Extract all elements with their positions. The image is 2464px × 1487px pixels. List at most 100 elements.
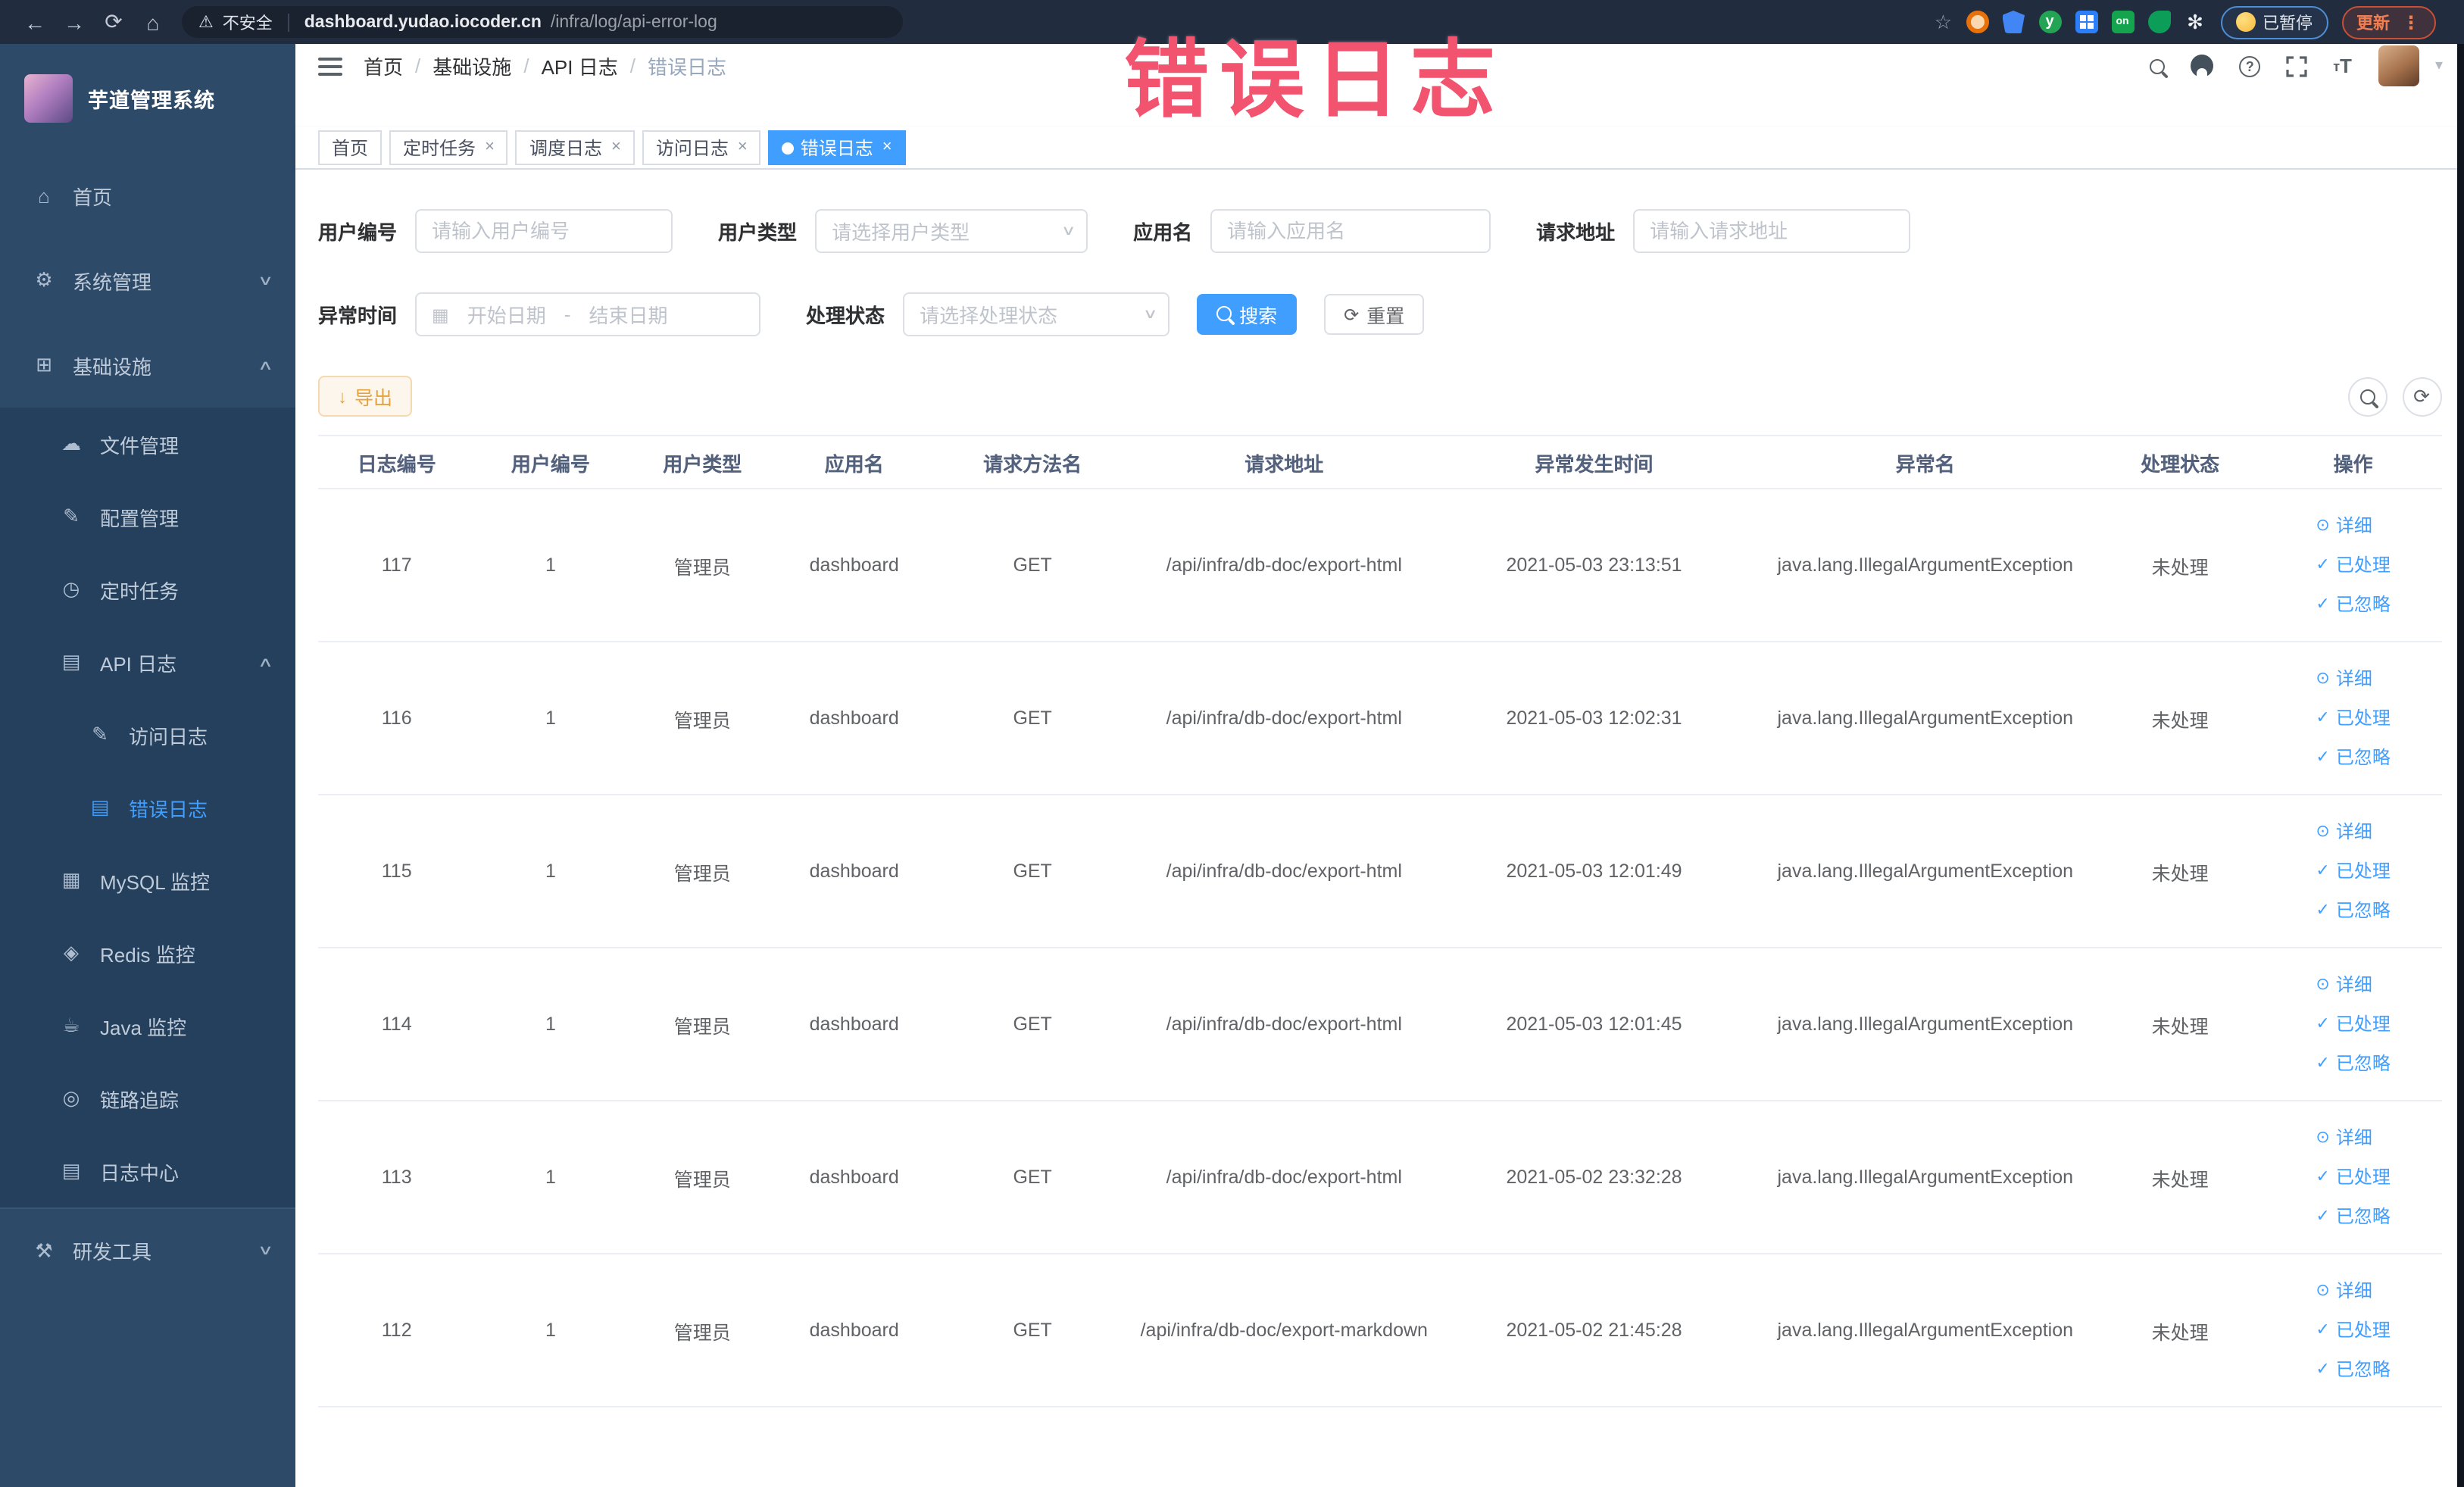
sidebar-item-java-monitor[interactable]: ☕ Java 监控 xyxy=(0,989,295,1062)
hamburger-icon[interactable] xyxy=(318,52,342,80)
process-status-select[interactable]: 请选择处理状态 ∨ xyxy=(903,292,1170,336)
search-icon[interactable] xyxy=(2150,58,2166,73)
filter-row-2: 异常时间 ▦ 开始日期 - 结束日期 处理状态 请选择处理状态 ∨ 搜索 ⟳ 重… xyxy=(318,292,2441,336)
cell-user_id: 1 xyxy=(475,642,626,795)
action-processed[interactable]: ✓ 已处理 xyxy=(2316,698,2390,738)
reset-button-label: 重置 xyxy=(1366,306,1405,327)
refresh-icon[interactable]: ⟳ xyxy=(94,9,133,35)
extension-icon-1[interactable] xyxy=(1966,11,1988,33)
tab-access-log[interactable]: 访问日志 × xyxy=(642,130,761,165)
home-icon[interactable]: ⌂ xyxy=(133,10,173,34)
sidebar-item-log-center[interactable]: ▤ 日志中心 xyxy=(0,1135,295,1207)
action-detail[interactable]: ⊙ 详细 xyxy=(2316,659,2390,698)
sidebar-item-mysql-monitor[interactable]: ▦ MySQL 监控 xyxy=(0,844,295,917)
tab-scheduled-task[interactable]: 定时任务 × xyxy=(389,130,508,165)
request-url-input[interactable] xyxy=(1633,209,1911,253)
close-icon[interactable]: × xyxy=(485,139,495,156)
exception-time-range-picker[interactable]: ▦ 开始日期 - 结束日期 xyxy=(415,292,761,336)
export-button[interactable]: ↓ 导出 xyxy=(318,376,413,417)
sidebar-item-config-manage[interactable]: ✎ 配置管理 xyxy=(0,480,295,553)
extension-icon-5[interactable]: on xyxy=(2111,11,2134,33)
tab-schedule-log[interactable]: 调度日志 × xyxy=(515,130,635,165)
action-ignored[interactable]: ✓ 已忽略 xyxy=(2316,1197,2390,1236)
cell-url: /api/infra/db-doc/export-html xyxy=(1135,948,1433,1101)
toggle-search-button[interactable] xyxy=(2347,376,2387,416)
paused-badge[interactable]: 已暂停 xyxy=(2220,5,2328,39)
action-processed[interactable]: ✓ 已处理 xyxy=(2316,1310,2390,1350)
action-detail[interactable]: ⊙ 详细 xyxy=(2316,1118,2390,1157)
reset-button[interactable]: ⟳ 重置 xyxy=(1324,294,1425,335)
cell-user_id: 1 xyxy=(475,489,626,642)
action-detail[interactable]: ⊙ 详细 xyxy=(2316,506,2390,545)
close-icon[interactable]: × xyxy=(611,139,621,156)
sidebar-item-system-manage[interactable]: ⚙ 系统管理 ∨ xyxy=(0,238,295,323)
sidebar-item-home[interactable]: ⌂ 首页 xyxy=(0,153,295,238)
sidebar-item-api-log[interactable]: ▤ API 日志 ∧ xyxy=(0,626,295,698)
extension-icon-2[interactable] xyxy=(2002,11,2025,33)
action-links: ⊙ 详细 ✓ 已处理 ✓ 已忽略 xyxy=(2316,659,2390,777)
tab-error-log[interactable]: 错误日志 × xyxy=(768,130,906,165)
action-ignored[interactable]: ✓ 已忽略 xyxy=(2316,1044,2390,1083)
help-icon[interactable]: ? xyxy=(2239,55,2261,77)
column-header-2: 用户类型 xyxy=(626,435,779,489)
refresh-table-button[interactable]: ⟳ xyxy=(2402,376,2441,416)
kebab-menu-icon[interactable]: ⋮ xyxy=(2402,11,2420,33)
table-body: 117 1 管理员 dashboard GET/api/infra/db-doc/exp… xyxy=(318,489,2441,1407)
extension-icon-4[interactable] xyxy=(2075,11,2097,33)
fullscreen-icon[interactable] xyxy=(2286,55,2307,77)
forward-icon[interactable]: → xyxy=(55,10,94,34)
sidebar-item-infrastructure[interactable]: ⊞ 基础设施 ∧ xyxy=(0,323,295,408)
action-processed[interactable]: ✓ 已处理 xyxy=(2316,851,2390,891)
close-icon[interactable]: × xyxy=(738,139,748,156)
tab-home[interactable]: 首页 xyxy=(318,130,383,165)
update-badge-label: 更新 xyxy=(2356,14,2390,33)
update-badge[interactable]: 更新 ⋮ xyxy=(2341,5,2435,39)
action-detail[interactable]: ⊙ 详细 xyxy=(2316,812,2390,851)
refresh-icon: ⟳ xyxy=(1344,304,1360,325)
sidebar-item-file-manage[interactable]: ☁ 文件管理 xyxy=(0,408,295,480)
action-processed[interactable]: ✓ 已处理 xyxy=(2316,1004,2390,1044)
user-id-input[interactable] xyxy=(415,209,673,253)
action-detail[interactable]: ⊙ 详细 xyxy=(2316,965,2390,1004)
close-icon[interactable]: × xyxy=(882,139,892,156)
action-processed[interactable]: ✓ 已处理 xyxy=(2316,545,2390,585)
back-icon[interactable]: ← xyxy=(15,10,55,34)
sidebar-logo-row[interactable]: 芋道管理系统 xyxy=(0,44,295,153)
sidebar-item-access-log[interactable]: ✎ 访问日志 xyxy=(0,698,295,771)
app-name-input[interactable] xyxy=(1210,209,1491,253)
breadcrumb-item[interactable]: API 日志 xyxy=(542,52,618,80)
action-ignored[interactable]: ✓ 已忽略 xyxy=(2316,585,2390,624)
cell-url: /api/infra/db-doc/export-html xyxy=(1135,642,1433,795)
start-date-placeholder: 开始日期 xyxy=(467,305,546,327)
action-ignored[interactable]: ✓ 已忽略 xyxy=(2316,1350,2390,1389)
search-button[interactable]: 搜索 xyxy=(1197,294,1298,335)
user-type-select[interactable]: 请选择用户类型 ∨ xyxy=(815,209,1088,253)
api-log-icon: ▤ xyxy=(61,650,81,673)
action-processed[interactable]: ✓ 已处理 xyxy=(2316,1157,2390,1197)
sidebar-item-redis-monitor[interactable]: ◈ Redis 监控 xyxy=(0,917,295,989)
sidebar-item-trace[interactable]: ◎ 链路追踪 xyxy=(0,1062,295,1135)
scrollbar[interactable] xyxy=(2456,44,2464,1487)
user-type-placeholder: 请选择用户类型 xyxy=(832,221,970,244)
breadcrumb-item[interactable]: 首页 xyxy=(364,52,403,80)
extension-icon-3[interactable]: y xyxy=(2038,11,2061,33)
address-bar[interactable]: ⚠ 不安全 dashboard.yudao.iocoder.cn/infra/l… xyxy=(182,6,903,38)
action-detail[interactable]: ⊙ 详细 xyxy=(2316,1271,2390,1310)
cell-time: 2021-05-03 23:13:51 xyxy=(1432,489,1756,642)
extension-icon-6[interactable] xyxy=(2147,11,2170,33)
extension-icon-7[interactable]: ✻ xyxy=(2184,11,2206,33)
avatar[interactable] xyxy=(2378,45,2420,86)
chevron-down-icon[interactable]: ▾ xyxy=(2435,58,2443,74)
github-icon[interactable] xyxy=(2191,55,2214,77)
bookmark-star-icon[interactable]: ☆ xyxy=(1935,10,1952,34)
action-ignored[interactable]: ✓ 已忽略 xyxy=(2316,738,2390,777)
sidebar-item-dev-tools[interactable]: ⚒ 研发工具 ∨ xyxy=(0,1207,295,1292)
access-log-icon: ✎ xyxy=(92,723,108,745)
cell-exception: java.lang.IllegalArgumentException xyxy=(1755,1254,2095,1407)
sidebar-item-error-log[interactable]: ▤ 错误日志 xyxy=(0,771,295,844)
action-ignored[interactable]: ✓ 已忽略 xyxy=(2316,891,2390,930)
app-title: 芋道管理系统 xyxy=(88,89,215,112)
breadcrumb-item[interactable]: 基础设施 xyxy=(433,52,511,80)
sidebar-item-scheduled-task[interactable]: ◷ 定时任务 xyxy=(0,553,295,626)
font-size-icon[interactable]: тT xyxy=(2333,55,2352,77)
